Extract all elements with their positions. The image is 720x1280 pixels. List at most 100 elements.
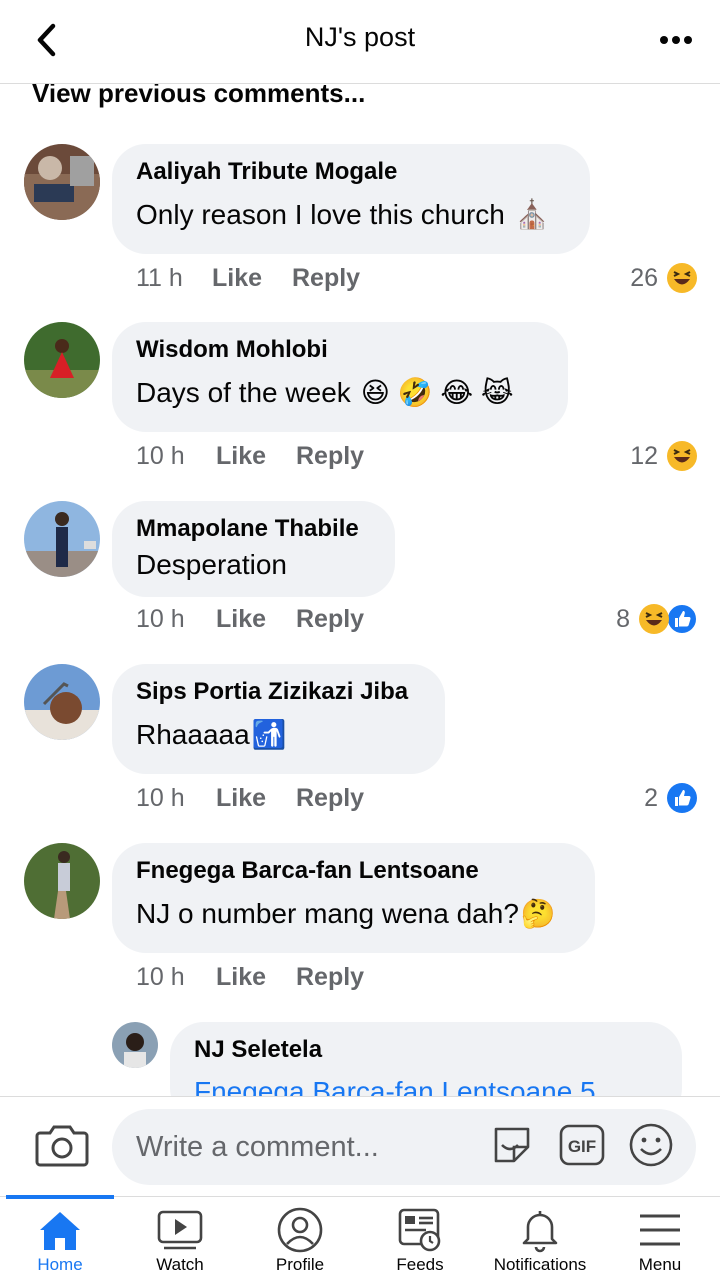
comment-time: 11 h	[136, 264, 183, 292]
profile-icon	[275, 1207, 325, 1253]
nav-home[interactable]: Home	[0, 1195, 120, 1280]
reply-button[interactable]: Reply	[292, 264, 360, 293]
commenter-name[interactable]: Sips Portia Zizikazi Jiba	[136, 678, 421, 706]
gif-icon: GIF	[559, 1124, 605, 1166]
reply-button[interactable]: Reply	[296, 963, 364, 992]
avatar[interactable]	[24, 664, 100, 740]
nav-label: Menu	[638, 1255, 682, 1274]
comment-text-content: Rhaaaaa	[136, 718, 250, 750]
comment-input[interactable]: Write a comment...	[112, 1109, 696, 1185]
commenter-name[interactable]: NJ Seletela	[194, 1036, 658, 1064]
commenter-name[interactable]: Mmapolane Thabile	[136, 515, 371, 543]
comment-bubble[interactable]: Sips Portia Zizikazi Jiba Rhaaaaa 🚮	[112, 664, 445, 774]
nav-menu[interactable]: Menu	[600, 1197, 720, 1280]
reaction-count: 26	[630, 263, 658, 292]
like-button[interactable]: Like	[216, 963, 296, 992]
avatar[interactable]	[24, 144, 100, 220]
camera-icon	[35, 1125, 89, 1167]
gif-button[interactable]: GIF	[558, 1123, 606, 1167]
nav-label: Feeds	[396, 1255, 444, 1274]
avatar[interactable]	[112, 1022, 158, 1068]
commenter-name[interactable]: Fnegega Barca-fan Lentsoane	[136, 857, 571, 885]
view-previous-comments-link[interactable]: View previous comments...	[32, 84, 365, 109]
home-icon	[35, 1207, 85, 1253]
like-reaction-icon	[666, 782, 698, 814]
reaction-count: 12	[630, 441, 658, 470]
nav-label: Profile	[275, 1255, 325, 1274]
page-title: NJ's post	[304, 22, 416, 52]
comment-meta: 10 h Like Reply	[136, 963, 364, 992]
reply-mention[interactable]: Fnegega Barca-fan Lentsoane 5	[194, 1076, 658, 1096]
comment-input-placeholder: Write a comment...	[136, 1130, 379, 1163]
more-options-button[interactable]	[654, 20, 698, 60]
like-button[interactable]: Like	[216, 784, 296, 813]
litter-emoji: 🚮	[251, 719, 287, 750]
comment-bubble[interactable]: Wisdom Mohlobi Days of the week 😆 🤣 😂 😹	[112, 322, 568, 432]
reply-text[interactable]: Fnegega Barca-fan Lentsoane 5	[194, 1076, 596, 1096]
comment-composer: Write a comment... GIF	[0, 1096, 720, 1196]
comment-text-content: NJ o number mang wena dah?	[136, 897, 519, 929]
comment-meta: 10 h Like Reply	[136, 605, 364, 634]
laughing-emojis: 😆 🤣 😂 😹	[360, 377, 514, 408]
sticker-button[interactable]	[490, 1123, 534, 1167]
comment-bubble[interactable]: Fnegega Barca-fan Lentsoane NJ o number …	[112, 843, 595, 953]
nav-profile[interactable]: Profile	[240, 1197, 360, 1280]
like-button[interactable]: Like	[216, 605, 296, 634]
reactions[interactable]: 8	[616, 603, 698, 635]
menu-icon	[635, 1207, 685, 1253]
comment-bubble[interactable]: Mmapolane Thabile Desperation	[112, 501, 395, 597]
commenter-name[interactable]: Wisdom Mohlobi	[136, 336, 544, 364]
reply-button[interactable]: Reply	[296, 784, 364, 813]
haha-reaction-icon	[666, 440, 698, 472]
church-emoji: ⛪	[514, 199, 550, 230]
emoji-button[interactable]	[628, 1122, 674, 1168]
reactions[interactable]: 26	[630, 262, 698, 294]
comment-text-content: Only reason I love this church	[136, 198, 505, 230]
avatar[interactable]	[24, 843, 100, 919]
commenter-name[interactable]: Aaliyah Tribute Mogale	[136, 158, 566, 186]
watch-icon	[155, 1207, 205, 1253]
reactions[interactable]: 12	[630, 440, 698, 472]
comment-bubble[interactable]: NJ Seletela Fnegega Barca-fan Lentsoane …	[170, 1022, 682, 1096]
comment-time: 10 h	[136, 605, 185, 633]
comment-text: Desperation	[136, 549, 371, 581]
haha-reaction-icon	[638, 603, 670, 635]
reaction-count: 2	[644, 783, 658, 812]
reply-button[interactable]: Reply	[296, 442, 364, 471]
nav-label: Watch	[156, 1255, 204, 1274]
comment-text: Days of the week 😆 🤣 😂 😹	[136, 376, 544, 409]
comment-text-content: Days of the week	[136, 376, 351, 408]
reply-button[interactable]: Reply	[296, 605, 364, 634]
comment-text: NJ o number mang wena dah? 🤔	[136, 897, 571, 930]
more-dots-icon	[660, 36, 692, 44]
comment-text: Only reason I love this church ⛪	[136, 198, 566, 231]
reactions[interactable]: 2	[644, 782, 698, 814]
like-button[interactable]: Like	[212, 264, 292, 293]
comment-text: Rhaaaaa 🚮	[136, 718, 421, 751]
like-reaction-icon	[666, 603, 698, 635]
comment-text-content: Desperation	[136, 549, 287, 580]
bell-icon	[515, 1207, 565, 1253]
comment-time: 10 h	[136, 442, 185, 470]
haha-reaction-icon	[666, 262, 698, 294]
reaction-count: 8	[616, 604, 630, 633]
feeds-icon	[395, 1207, 445, 1253]
nav-feeds[interactable]: Feeds	[360, 1197, 480, 1280]
comment-meta: 10 h Like Reply	[136, 784, 364, 813]
nav-notifications[interactable]: Notifications	[480, 1197, 600, 1280]
avatar[interactable]	[24, 501, 100, 577]
comment-meta: 10 h Like Reply	[136, 442, 364, 471]
like-button[interactable]: Like	[216, 442, 296, 471]
comments-feed[interactable]: View previous comments... Aaliyah Tribut…	[0, 84, 720, 1096]
nav-watch[interactable]: Watch	[120, 1197, 240, 1280]
sticker-icon	[494, 1127, 530, 1163]
camera-button[interactable]	[34, 1121, 90, 1173]
avatar[interactable]	[24, 322, 100, 398]
nav-label: Home	[37, 1255, 83, 1274]
nav-label: Notifications	[493, 1255, 587, 1274]
comment-time: 10 h	[136, 963, 185, 991]
comment-bubble[interactable]: Aaliyah Tribute Mogale Only reason I lov…	[112, 144, 590, 254]
comment-meta: 11 h Like Reply	[136, 264, 360, 293]
svg-text:GIF: GIF	[568, 1137, 596, 1156]
thinking-emoji: 🤔	[520, 898, 556, 929]
